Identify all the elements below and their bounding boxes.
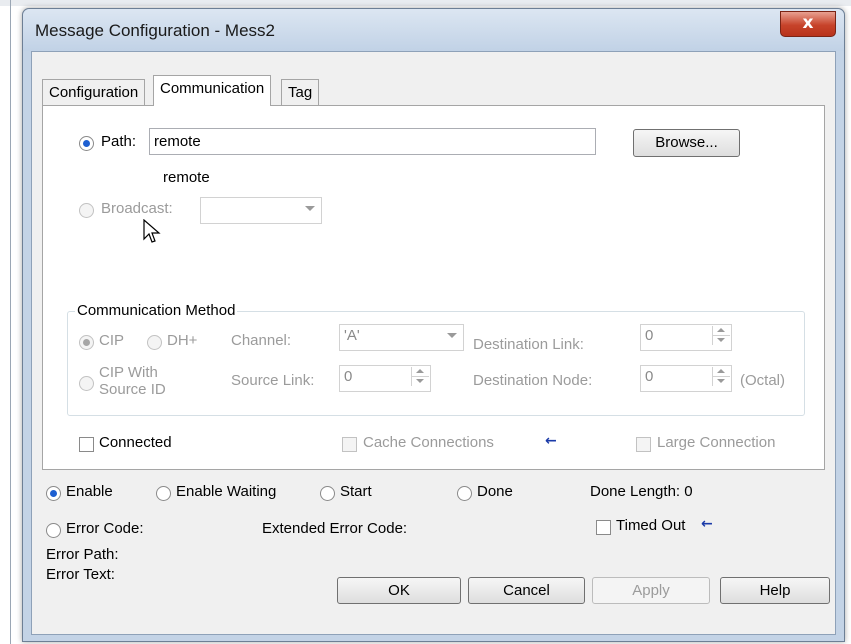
help-button[interactable]: Help xyxy=(720,577,830,604)
source-link-value: 0 xyxy=(344,368,353,385)
destination-node-spinner[interactable] xyxy=(712,367,730,386)
close-button[interactable]: x xyxy=(780,11,836,37)
spin-down-icon xyxy=(717,338,725,342)
close-icon: x xyxy=(802,13,814,33)
arrow-left-icon: ← xyxy=(545,433,557,449)
path-label: Path: xyxy=(101,133,137,150)
window-title: Message Configuration - Mess2 xyxy=(35,21,276,40)
spin-down-icon xyxy=(416,379,424,383)
source-link-spinner[interactable] xyxy=(411,367,429,386)
title-bar[interactable]: Message Configuration - Mess2 x xyxy=(23,9,844,51)
channel-value: 'A' xyxy=(344,327,360,344)
cip-with-label-line1: CIP With xyxy=(99,364,158,381)
chevron-down-icon xyxy=(447,333,457,338)
tab-tag[interactable]: Tag xyxy=(281,79,320,105)
destination-link-stepper[interactable]: 0 xyxy=(640,324,732,351)
spin-up-icon xyxy=(717,369,725,373)
chevron-down-icon xyxy=(305,206,315,211)
cip-label: CIP xyxy=(99,332,125,349)
error-code-radio xyxy=(46,523,61,538)
enable-waiting-status-radio xyxy=(156,486,171,501)
cancel-button[interactable]: Cancel xyxy=(468,577,585,604)
spin-down-icon xyxy=(717,379,725,383)
timed-out-checkbox xyxy=(596,520,611,535)
apply-button[interactable]: Apply xyxy=(592,577,710,604)
connected-checkbox[interactable] xyxy=(79,437,94,452)
arrow-left-icon: ← xyxy=(701,516,713,532)
enable-status-radio xyxy=(46,486,61,501)
dialog-client-area: Configuration Communication Tag Path: re… xyxy=(31,51,836,635)
enable-waiting-status-label: Enable Waiting xyxy=(176,483,277,500)
done-status-radio xyxy=(457,486,472,501)
broadcast-radio[interactable] xyxy=(79,203,94,218)
channel-combo[interactable]: 'A' xyxy=(339,324,464,351)
broadcast-label: Broadcast: xyxy=(101,200,173,217)
source-link-label: Source Link: xyxy=(231,372,315,389)
background-window-edge xyxy=(0,0,851,6)
cip-with-label-line2: Source ID xyxy=(99,381,166,398)
path-hint: remote xyxy=(163,169,210,186)
start-status-radio xyxy=(320,486,335,501)
browse-button[interactable]: Browse... xyxy=(633,129,740,157)
destination-link-label: Destination Link: xyxy=(473,336,584,353)
channel-label: Channel: xyxy=(231,332,292,349)
background-window-border xyxy=(10,0,11,644)
destination-node-value: 0 xyxy=(645,368,654,385)
done-status-label: Done xyxy=(477,483,513,500)
communication-panel: Path: remote Browse... remote Broadcast:… xyxy=(42,105,825,470)
timed-out-label: Timed Out xyxy=(616,517,686,534)
large-connection-label: Large Connection xyxy=(657,434,776,451)
ok-button[interactable]: OK xyxy=(337,577,461,604)
pointer-cursor-icon xyxy=(143,219,161,243)
cip-with-source-id-radio[interactable] xyxy=(79,376,94,391)
dh-plus-label: DH+ xyxy=(167,332,198,349)
broadcast-combo[interactable] xyxy=(200,197,322,224)
destination-link-spinner[interactable] xyxy=(712,326,730,345)
destination-node-label: Destination Node: xyxy=(473,372,593,389)
done-length-readout: Done Length: 0 xyxy=(590,483,693,500)
dh-plus-radio[interactable] xyxy=(147,335,162,350)
enable-status-label: Enable xyxy=(66,483,113,500)
start-status-label: Start xyxy=(340,483,372,500)
spin-up-icon xyxy=(416,369,424,373)
error-text-label: Error Text: xyxy=(46,566,115,583)
path-input[interactable]: remote xyxy=(149,128,596,155)
error-path-label: Error Path: xyxy=(46,546,119,563)
path-radio[interactable] xyxy=(79,136,94,151)
cache-connections-checkbox[interactable] xyxy=(342,437,357,452)
communication-method-legend: Communication Method xyxy=(75,302,238,319)
destination-node-stepper[interactable]: 0 xyxy=(640,365,732,392)
message-configuration-dialog: Message Configuration - Mess2 x Configur… xyxy=(22,8,845,642)
spin-up-icon xyxy=(717,328,725,332)
tab-communication[interactable]: Communication xyxy=(153,75,272,106)
connected-label: Connected xyxy=(99,434,172,451)
source-link-stepper[interactable]: 0 xyxy=(339,365,431,392)
octal-label: (Octal) xyxy=(740,372,785,389)
large-connection-checkbox[interactable] xyxy=(636,437,651,452)
error-code-label: Error Code: xyxy=(66,520,144,537)
tab-configuration[interactable]: Configuration xyxy=(42,79,146,105)
cache-connections-label: Cache Connections xyxy=(363,434,494,451)
destination-link-value: 0 xyxy=(645,327,654,344)
extended-error-code-label: Extended Error Code: xyxy=(262,520,408,537)
cip-radio[interactable] xyxy=(79,335,94,350)
cip-with-source-id-label: CIP With Source ID xyxy=(99,364,166,398)
